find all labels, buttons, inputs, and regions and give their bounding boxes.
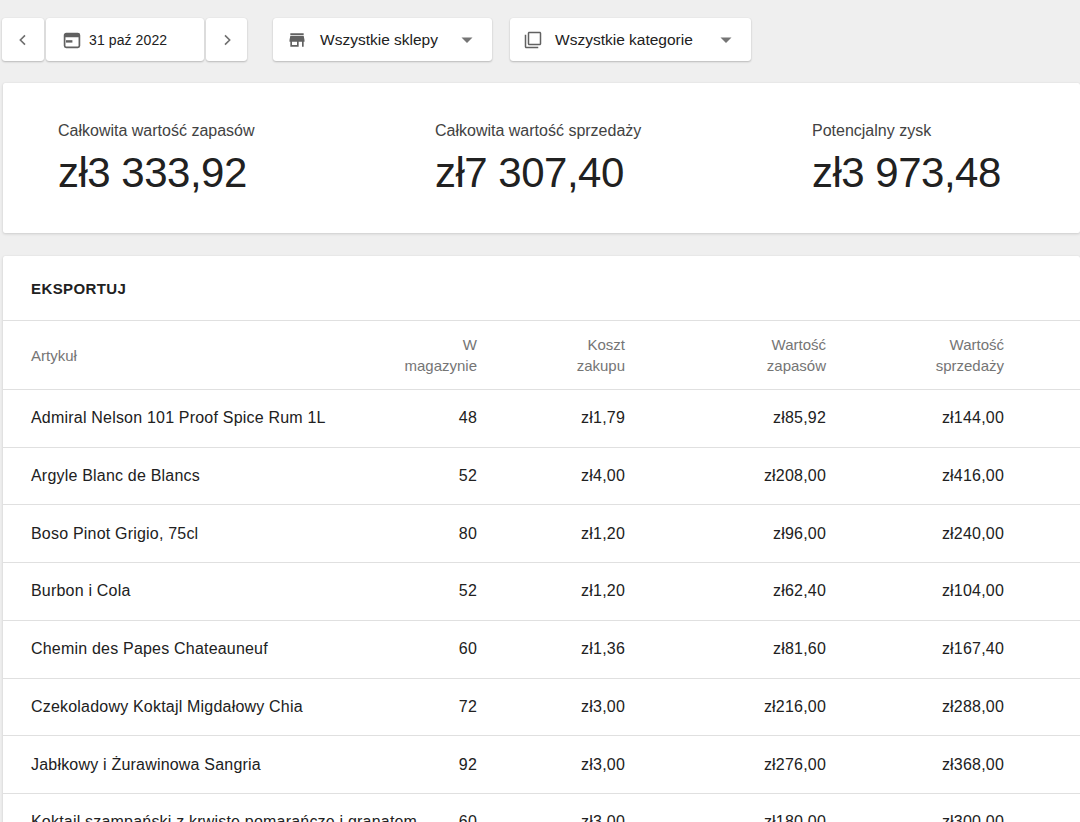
chevron-left-icon <box>15 32 31 48</box>
stat-value: zł3 333,92 <box>58 149 247 197</box>
table-row[interactable]: Burbon i Cola 52 zł1,20 zł62,40 zł104,00 <box>3 563 1080 621</box>
stat-label: Potencjalny zysk <box>812 122 931 140</box>
categories-filter-value: Wszystkie kategorie <box>555 31 707 49</box>
stat-label: Całkowita wartość sprzedaży <box>435 122 641 140</box>
table-row[interactable]: Czekoladowy Koktajl Migdałowy Chia 72 zł… <box>3 679 1080 737</box>
summary-card: Całkowita wartość zapasów zł3 333,92 Cał… <box>3 83 1080 233</box>
table-row[interactable]: Jabłkowy i Żurawinowa Sangria 92 zł3,00 … <box>3 736 1080 794</box>
store-icon <box>287 30 307 50</box>
previous-date-button[interactable] <box>2 18 44 61</box>
table-row[interactable]: Admiral Nelson 101 Proof Spice Rum 1L 48… <box>3 390 1080 448</box>
calendar-icon <box>63 31 81 49</box>
table-body: Admiral Nelson 101 Proof Spice Rum 1L 48… <box>3 390 1080 822</box>
chevron-right-icon <box>219 32 235 48</box>
next-date-button[interactable] <box>206 18 247 61</box>
stores-filter-value: Wszystkie sklepy <box>320 31 448 49</box>
table-row[interactable]: Boso Pinot Grigio, 75cl 80 zł1,20 zł96,0… <box>3 505 1080 563</box>
toolbar: 31 paź 2022 Wszystkie sklepy Wszystkie k… <box>0 0 1080 83</box>
caret-down-icon <box>460 36 474 44</box>
date-picker-button[interactable]: 31 paź 2022 <box>46 18 204 61</box>
table-row[interactable]: Chemin des Papes Chateauneuf 60 zł1,36 z… <box>3 621 1080 679</box>
selected-date: 31 paź 2022 <box>89 32 167 48</box>
filter-none-icon <box>524 31 542 49</box>
export-button[interactable]: EKSPORTUJ <box>31 280 126 297</box>
stat-value: zł3 973,48 <box>812 149 1001 197</box>
table-header-row: Artykuł Wmagazynie Kosztzakupu Wartośćza… <box>3 321 1080 390</box>
categories-filter-dropdown[interactable]: Wszystkie kategorie <box>510 18 751 61</box>
table-row[interactable]: Koktajl szampański z krwiste pomarańcze … <box>3 794 1080 822</box>
table-row[interactable]: Argyle Blanc de Blancs 52 zł4,00 zł208,0… <box>3 448 1080 506</box>
caret-down-icon <box>719 36 733 44</box>
column-header-sales-value: Wartośćsprzedaży <box>3 334 1004 376</box>
stores-filter-dropdown[interactable]: Wszystkie sklepy <box>273 18 492 61</box>
table-actions-row: EKSPORTUJ <box>3 256 1080 321</box>
stat-value: zł7 307,40 <box>435 149 624 197</box>
stat-label: Całkowita wartość zapasów <box>58 122 255 140</box>
inventory-table-card: EKSPORTUJ Artykuł Wmagazynie Kosztzakupu… <box>3 256 1080 822</box>
